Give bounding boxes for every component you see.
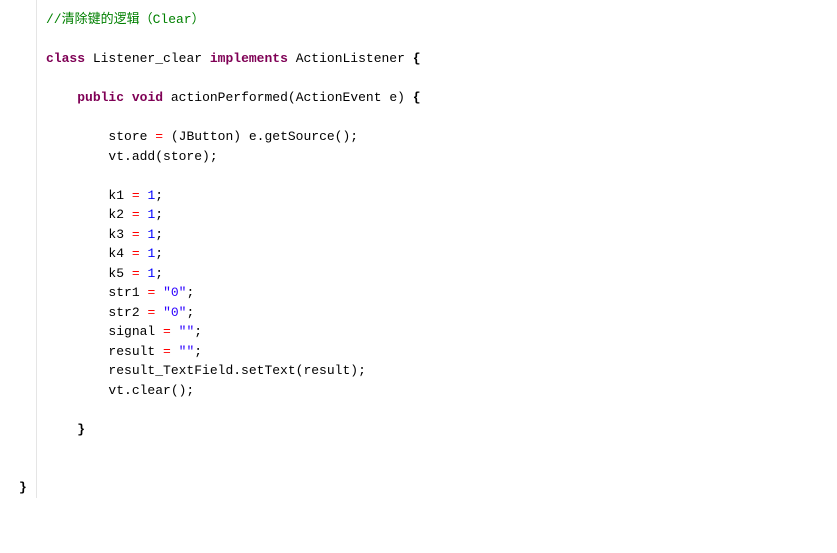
class-name: Listener_clear — [93, 51, 202, 66]
blank-line — [46, 166, 837, 186]
blank-line — [46, 69, 837, 89]
line-close-class: } — [19, 478, 837, 498]
kw-implements: implements — [210, 51, 288, 66]
line-comment: //清除键的逻辑（Clear） — [46, 10, 837, 30]
line-k2: k2 = 1; — [46, 205, 837, 225]
interface-name: ActionListener — [296, 51, 405, 66]
param: ActionEvent e — [296, 90, 397, 105]
kw-void: void — [132, 90, 163, 105]
blank-line — [46, 30, 837, 50]
brace: } — [77, 422, 85, 437]
str-literal: "0" — [163, 285, 186, 300]
brace: } — [19, 480, 27, 495]
line-k5: k5 = 1; — [46, 264, 837, 284]
line-result: result = ""; — [46, 342, 837, 362]
blank-line — [46, 400, 837, 420]
code-block: //清除键的逻辑（Clear） class Listener_clear imp… — [0, 0, 837, 498]
brace: { — [413, 90, 421, 105]
line-k4: k4 = 1; — [46, 244, 837, 264]
line-settext: result_TextField.setText(result); — [46, 361, 837, 381]
blank-line — [46, 439, 837, 459]
blank-line — [46, 459, 837, 479]
method-name: actionPerformed — [171, 90, 288, 105]
line-vtadd: vt.add(store); — [46, 147, 837, 167]
line-method-decl: public void actionPerformed(ActionEvent … — [46, 88, 837, 108]
kw-class: class — [46, 51, 85, 66]
line-k3: k3 = 1; — [46, 225, 837, 245]
comment-text: //清除键的逻辑（Clear） — [46, 12, 205, 27]
code-pre: //清除键的逻辑（Clear） class Listener_clear imp… — [0, 10, 837, 498]
gutter-line — [36, 0, 37, 498]
line-store: store = (JButton) e.getSource(); — [46, 127, 837, 147]
line-k1: k1 = 1; — [46, 186, 837, 206]
line-vtclear: vt.clear(); — [46, 381, 837, 401]
line-class-decl: class Listener_clear implements ActionLi… — [46, 49, 837, 69]
line-close-method: } — [46, 420, 837, 440]
str-literal: "" — [179, 324, 195, 339]
line-signal: signal = ""; — [46, 322, 837, 342]
op-assign: = — [155, 129, 163, 144]
line-str2: str2 = "0"; — [46, 303, 837, 323]
line-str1: str1 = "0"; — [46, 283, 837, 303]
brace: { — [413, 51, 421, 66]
blank-line — [46, 108, 837, 128]
kw-public: public — [77, 90, 124, 105]
